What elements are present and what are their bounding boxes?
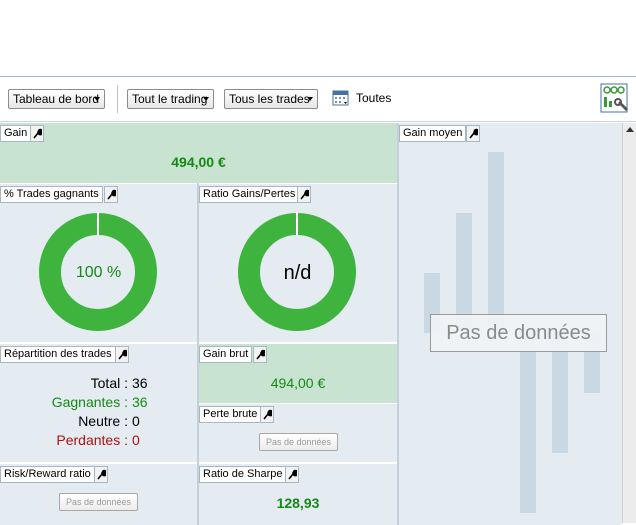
- gross-loss-title: Perte brute: [199, 406, 262, 423]
- wrench-icon[interactable]: [104, 186, 118, 203]
- wrench-icon[interactable]: [253, 346, 267, 363]
- dashboard-dropdown[interactable]: Tableau de bord: [8, 89, 105, 109]
- no-data-label: Pas de données: [59, 493, 138, 511]
- gross-gain-value: 494,00 €: [270, 375, 326, 391]
- gross-gain-panel: Gain brut 494,00 €: [199, 344, 397, 403]
- calendar-icon[interactable]: [332, 89, 350, 107]
- chevron-down-icon: [203, 97, 209, 101]
- neutral-label: Neutre :: [78, 413, 128, 429]
- trading-filter-label: Tout le trading: [132, 92, 208, 106]
- wrench-icon[interactable]: [94, 466, 108, 483]
- placeholder-bar: [488, 152, 504, 333]
- wrench-icon[interactable]: [115, 346, 129, 363]
- trades-filter-dropdown[interactable]: Tous les trades: [224, 89, 318, 109]
- no-data-label: Pas de données: [259, 433, 338, 451]
- gross-gain-title: Gain brut: [199, 346, 253, 363]
- gain-panel: Gain 494,00 €: [0, 123, 397, 183]
- no-data-label: Pas de données: [430, 314, 607, 352]
- total-value: 36: [132, 375, 148, 391]
- average-gain-title: Gain moyen: [399, 125, 467, 142]
- gross-loss-panel: Perte brute Pas de données: [199, 404, 397, 462]
- sharpe-ratio-title: Ratio de Sharpe: [199, 466, 287, 483]
- wrench-icon[interactable]: [297, 186, 311, 203]
- scroll-up-icon[interactable]: [626, 127, 634, 132]
- dashboard-dropdown-label: Tableau de bord: [13, 92, 100, 106]
- vertical-scrollbar[interactable]: [622, 123, 636, 523]
- risk-reward-panel: Risk/Reward ratio Pas de données: [0, 464, 197, 525]
- losing-value: 0: [132, 432, 140, 448]
- gain-loss-ratio-panel: Ratio Gains/Pertes n/d: [199, 184, 397, 342]
- wrench-icon[interactable]: [30, 125, 44, 142]
- toolbar: Tableau de bord Tout le trading Tous les…: [0, 76, 636, 122]
- gain-loss-ratio-title: Ratio Gains/Pertes: [199, 186, 300, 203]
- wrench-icon[interactable]: [466, 125, 480, 142]
- total-label: Total :: [90, 375, 128, 391]
- dashboard-config-icon[interactable]: [600, 83, 630, 115]
- gain-title: Gain: [0, 125, 32, 142]
- gain-loss-ratio-value: n/d: [283, 262, 312, 284]
- win-percentage-value: 100 %: [75, 264, 122, 281]
- trade-distribution-panel: Répartition des trades Total : 36 Gagnan…: [0, 344, 197, 462]
- gain-value: 494,00 €: [171, 154, 226, 170]
- trading-filter-dropdown[interactable]: Tout le trading: [127, 89, 214, 109]
- trades-filter-label: Tous les trades: [229, 92, 310, 106]
- winning-value: 36: [132, 394, 148, 410]
- average-gain-panel: Gain moyen Pas de données: [399, 123, 622, 525]
- chevron-down-icon: [94, 97, 100, 101]
- toolbar-separator: [117, 85, 118, 113]
- sharpe-ratio-value: 128,93: [276, 495, 320, 511]
- trade-distribution-title: Répartition des trades: [0, 346, 116, 363]
- sharpe-ratio-panel: Ratio de Sharpe 128,93: [199, 464, 397, 525]
- win-percentage-title: % Trades gagnants: [0, 186, 103, 203]
- placeholder-bar: [520, 333, 536, 513]
- risk-reward-title: Risk/Reward ratio: [0, 466, 95, 483]
- neutral-value: 0: [132, 413, 140, 429]
- losing-label: Perdantes :: [56, 432, 128, 448]
- winning-label: Gagnantes :: [51, 394, 128, 410]
- wrench-icon[interactable]: [260, 406, 274, 423]
- wrench-icon[interactable]: [285, 466, 299, 483]
- chevron-down-icon: [307, 97, 313, 101]
- period-label[interactable]: Toutes: [356, 91, 391, 105]
- win-percentage-panel: % Trades gagnants 100 %: [0, 184, 197, 342]
